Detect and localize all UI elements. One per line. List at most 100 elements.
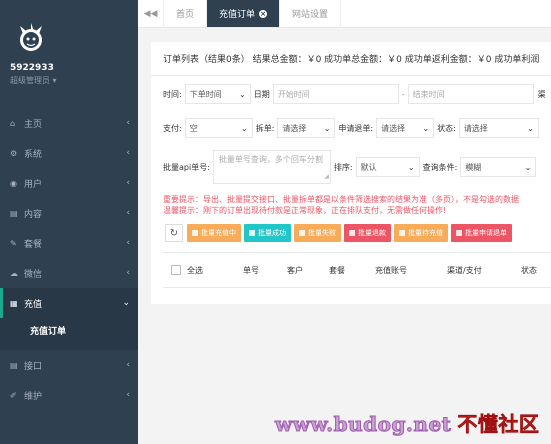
close-icon[interactable]: × — [259, 9, 268, 18]
column-header-package: 套餐 — [329, 265, 345, 275]
wrench-icon: ✐ — [10, 390, 17, 400]
column-header-customer: 客户 — [287, 265, 303, 275]
sidebar-item-system[interactable]: ⚙ 系统 ‹ — [0, 138, 138, 168]
time-type-select[interactable]: 下单时间 ⌄ — [184, 84, 251, 104]
chevron-left-icon: ‹ — [126, 148, 130, 158]
chevron-down-icon: ⌄ — [239, 89, 246, 99]
chevron-left-icon: ‹ — [126, 208, 130, 218]
refund-select[interactable]: 请选择 ⌄ — [376, 118, 435, 138]
sidebar-item-label: 充值 — [24, 299, 43, 310]
column-header-select-all: 全选 — [187, 265, 203, 275]
watermark: www.budog.net 不懂社区 — [274, 408, 540, 437]
tab-label: 网站设置 — [292, 10, 329, 20]
file-text-icon: ▦ — [10, 298, 18, 308]
warning-tip: 温馨提示：刚下的订单出现待付款是正常现象，正在排队支付，无需做任何操作! — [163, 206, 447, 215]
user-role-dropdown[interactable]: 超级管理员 ▾ — [10, 75, 138, 86]
watermark-brand: 不懂社区 — [457, 412, 540, 437]
refund-label: 申请退单: — [338, 123, 374, 133]
sort-label: 排序: — [333, 162, 353, 172]
batch-refund-button[interactable]: 批量退款 — [344, 224, 391, 242]
wechat-icon: ☁ — [10, 268, 18, 278]
channel-label: 渠 — [537, 89, 546, 99]
sort-select[interactable]: 默认 ⌄ — [355, 157, 420, 177]
date-separator: - — [401, 89, 405, 99]
sidebar-menu: ⌂ 主页 ‹ ⚙ 系统 ‹ ◉ 用户 ‹ ▤ 内容 ‹ ✎ 套餐 ‹ ☁ 微信 ‹ ▦ 充值 ⌄ 充值订单 … — [0, 108, 138, 410]
table-header: 全选 单号 客户 套餐 充值账号 渠道/支付 状态 — [163, 252, 551, 288]
sidebar-item-label: 内容 — [24, 209, 43, 220]
checkbox-icon — [249, 230, 255, 236]
checkbox-icon — [299, 230, 305, 236]
sidebar-item-label: 主页 — [24, 119, 43, 130]
column-header-order-no: 单号 — [243, 265, 259, 275]
filter-row-batch: 批量api单号: 批量单号查询，多个回车分割 ◢ 排序: 默认 ⌄ 查询条件: 模糊… — [163, 150, 537, 184]
chevron-left-icon: ‹ — [126, 178, 130, 188]
submenu: 充值订单 — [0, 318, 138, 350]
sidebar-item-label: 套餐 — [24, 239, 43, 250]
warning-notice: 重要提示：导出、批量提交接口、批量拆单都是以条件筛选搜索的结果为准（多页），不是… — [163, 194, 551, 216]
sidebar-subitem-recharge-orders[interactable]: 充值订单 — [0, 318, 138, 342]
batch-label: 批量api单号: — [163, 162, 210, 172]
chevron-down-icon: ⌄ — [422, 123, 430, 133]
watermark-url: www.budog.net — [274, 412, 452, 437]
column-header-status: 状态 — [521, 265, 537, 275]
tab-recharge-orders[interactable]: 充值订单 × — [207, 0, 281, 27]
sidebar-item-label: 系统 — [24, 149, 43, 160]
home-icon: ⌂ — [10, 118, 16, 128]
column-header-account: 充值账号 — [375, 265, 407, 275]
sidebar-item-wechat[interactable]: ☁ 微信 ‹ — [0, 258, 138, 288]
tab-label: 首页 — [176, 10, 195, 20]
sidebar-item-users[interactable]: ◉ 用户 ‹ — [0, 168, 138, 198]
batch-recharging-button[interactable]: 批量充值中 — [187, 224, 241, 242]
chevron-left-icon: ‹ — [126, 118, 130, 128]
batch-fail-button[interactable]: 批量失败 — [294, 224, 341, 242]
sidebar-item-label: 接口 — [24, 361, 43, 372]
batch-order-textarea[interactable]: 批量单号查询，多个回车分割 ◢ — [212, 150, 331, 184]
batch-apply-refund-button[interactable]: 批量申请退单 — [451, 224, 512, 242]
tab-bar: ◀◀ 首页 充值订单 × 网站设置 — [138, 0, 551, 28]
sidebar-item-label: 维护 — [24, 391, 43, 402]
query-label: 查询条件: — [422, 162, 458, 172]
sidebar-item-api[interactable]: ▤ 接口 ‹ — [0, 350, 138, 380]
sidebar-item-content[interactable]: ▤ 内容 ‹ — [0, 198, 138, 228]
status-label: 状态: — [437, 123, 456, 133]
chevron-left-icon: ‹ — [126, 268, 130, 278]
sidebar-item-home[interactable]: ⌂ 主页 ‹ — [0, 108, 138, 138]
query-select[interactable]: 模糊 ⌄ — [460, 157, 537, 177]
tab-home[interactable]: 首页 — [164, 0, 208, 27]
tab-label: 充值订单 — [219, 10, 256, 20]
logo-icon — [20, 23, 42, 51]
end-time-input[interactable]: 结束时间 — [407, 84, 534, 104]
tab-site-settings[interactable]: 网站设置 — [280, 0, 342, 27]
sidebar: 5922933 超级管理员 ▾ ⌂ 主页 ‹ ⚙ 系统 ‹ ◉ 用户 ‹ ▤ 内容 ‹ ✎ 套餐 ‹… — [0, 0, 138, 444]
sidebar-item-maintenance[interactable]: ✐ 维护 ‹ — [0, 380, 138, 410]
chevron-down-icon: ⌄ — [527, 123, 534, 133]
checkbox-icon — [349, 230, 355, 236]
split-label: 拆单: — [255, 123, 275, 133]
chevron-down-icon: ⌄ — [122, 298, 130, 308]
pay-select[interactable]: 空 ⌄ — [184, 118, 253, 138]
filter-row-time: 时间: 下单时间 ⌄ 日期 开始时间 - 结束时间 渠 — [163, 84, 546, 104]
chevron-down-icon: ⌄ — [407, 162, 415, 172]
status-select[interactable]: 请选择 ⌄ — [458, 118, 539, 138]
chevron-left-icon: ‹ — [126, 390, 130, 400]
role-label: 超级管理员 — [10, 76, 50, 85]
order-panel: 订单列表（结果0条） 结果总金额：￥0 成功单总金额：￥0 成功单返利金额：￥0… — [151, 42, 551, 304]
sidebar-item-label: 用户 — [24, 179, 43, 190]
select-all-checkbox[interactable] — [171, 265, 181, 275]
batch-pending-button[interactable]: 批量待充值 — [394, 224, 448, 242]
pay-label: 支付: — [163, 123, 182, 133]
tabs-back-button[interactable]: ◀◀ — [138, 0, 164, 27]
file-icon: ▤ — [10, 360, 18, 370]
checkbox-icon — [399, 230, 405, 236]
sidebar-item-package[interactable]: ✎ 套餐 ‹ — [0, 228, 138, 258]
refresh-button[interactable]: ↻ — [165, 224, 183, 242]
time-label: 时间: — [163, 89, 182, 99]
chevron-left-icon: ‹ — [126, 360, 130, 370]
start-time-input[interactable]: 开始时间 — [272, 84, 399, 104]
sidebar-item-recharge[interactable]: ▦ 充值 ⌄ — [0, 288, 138, 318]
batch-success-button[interactable]: 批量成功 — [244, 224, 291, 242]
warning-important: 重要提示：导出、批量提交接口、批量拆单都是以条件筛选搜索的结果为准（多页），不是… — [163, 195, 519, 204]
double-chevron-left-icon: ◀◀ — [143, 8, 158, 19]
split-select[interactable]: 请选择 ⌄ — [277, 118, 336, 138]
chevron-left-icon: ‹ — [126, 238, 130, 248]
